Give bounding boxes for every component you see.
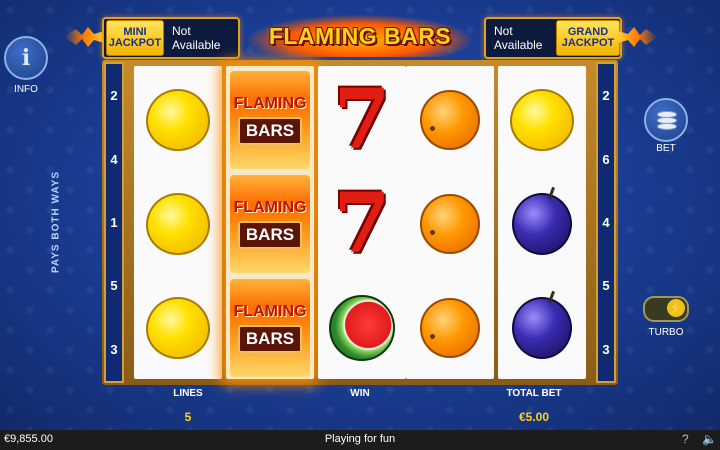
- help-icon[interactable]: ?: [682, 432, 689, 446]
- payline-number: 2: [602, 88, 610, 104]
- game-title-logo: FLAMING BARS: [248, 15, 472, 57]
- info-icon: i: [21, 45, 31, 71]
- payline-number: 3: [110, 341, 118, 357]
- mini-jackpot-panel: MINI JACKPOT Not Available: [102, 17, 240, 59]
- total-bet-label: TOTAL BET: [506, 388, 562, 399]
- lemon-symbol: [134, 172, 222, 276]
- plum-icon: [512, 193, 572, 255]
- plum-symbol: [498, 276, 586, 379]
- orange-symbol: [406, 68, 494, 172]
- info-label: INFO: [14, 84, 38, 95]
- lines-value: 5: [184, 410, 192, 424]
- mini-jackpot-badge: MINI JACKPOT: [106, 20, 164, 56]
- plum-symbol: [498, 172, 586, 276]
- bet-button[interactable]: [644, 98, 688, 142]
- orange-icon: [420, 90, 480, 150]
- reel-1: [134, 66, 222, 379]
- lemon-icon: [146, 89, 210, 151]
- lemon-symbol: [134, 68, 222, 172]
- flaming-text: FLAMING: [233, 199, 307, 216]
- payline-number: 2: [110, 88, 118, 104]
- flaming-text: FLAMING: [233, 303, 307, 320]
- payline-number: 6: [602, 151, 610, 167]
- bars-text: BARS: [237, 117, 303, 145]
- total-bet-value: €5.00: [518, 410, 550, 424]
- seven-symbol: 7: [318, 172, 406, 276]
- payline-number: 5: [602, 278, 610, 294]
- flaming-bars-symbol: FLAMING BARS: [226, 68, 314, 172]
- lightning-icon: ⚡: [667, 299, 685, 317]
- watermelon-icon: [329, 295, 395, 361]
- payline-number: 1: [110, 214, 118, 230]
- info-button[interactable]: i: [4, 36, 48, 80]
- lines-label: LINES: [173, 388, 203, 399]
- flaming-bars-icon: FLAMING BARS: [230, 279, 310, 377]
- payline-number: 3: [602, 341, 610, 357]
- reel-2: FLAMING BARS FLAMING BARS FLAMING BARS: [226, 66, 314, 379]
- grand-jackpot-badge: GRAND JACKPOT: [556, 20, 620, 56]
- orange-icon: [420, 298, 480, 358]
- paylines-left: 2 4 1 5 3: [104, 62, 124, 383]
- flaming-bars-symbol: FLAMING BARS: [226, 172, 314, 276]
- lemon-symbol: [498, 68, 586, 172]
- pays-both-ways-label: PAYS BOTH WAYS: [50, 171, 62, 273]
- mini-jackpot-value: Not Available: [172, 24, 221, 52]
- speaker-icon[interactable]: 🔈: [702, 432, 717, 446]
- bars-text: BARS: [237, 325, 303, 353]
- flaming-text: FLAMING: [233, 95, 307, 112]
- reel-5: [498, 66, 586, 379]
- win-label: WIN: [350, 388, 370, 399]
- payline-number: 4: [110, 151, 118, 167]
- status-bar: €9,855.00 Playing for fun ? 🔈: [0, 430, 720, 450]
- flaming-bars-icon: FLAMING BARS: [230, 175, 310, 273]
- turbo-label: TURBO: [648, 327, 684, 338]
- orange-symbol: [406, 276, 494, 379]
- grand-jackpot-panel: Not Available GRAND JACKPOT: [484, 17, 622, 59]
- play-mode-text: Playing for fun: [324, 433, 396, 445]
- paylines-right: 2 6 4 5 3: [596, 62, 616, 383]
- payline-number: 4: [602, 214, 610, 230]
- watermelon-symbol: [318, 276, 406, 379]
- seven-icon: 7: [333, 176, 391, 272]
- lemon-icon: [146, 193, 210, 255]
- bet-label: BET: [656, 143, 676, 154]
- reel-4: [406, 66, 494, 379]
- game-title: FLAMING BARS: [268, 22, 452, 49]
- payline-number: 5: [110, 278, 118, 294]
- bars-text: BARS: [237, 221, 303, 249]
- seven-symbol: 7: [318, 68, 406, 172]
- flaming-bars-symbol: FLAMING BARS: [226, 276, 314, 379]
- seven-icon: 7: [333, 72, 391, 168]
- turbo-toggle[interactable]: ⚡: [643, 296, 689, 322]
- lemon-icon: [510, 89, 574, 151]
- lemon-icon: [146, 297, 210, 359]
- grand-jackpot-value: Not Available: [494, 24, 543, 52]
- reel-3: 7 7: [318, 66, 406, 379]
- plum-icon: [512, 297, 572, 359]
- coins-icon: [655, 109, 677, 131]
- orange-symbol: [406, 172, 494, 276]
- orange-icon: [420, 194, 480, 254]
- lemon-symbol: [134, 276, 222, 379]
- flaming-bars-icon: FLAMING BARS: [230, 71, 310, 169]
